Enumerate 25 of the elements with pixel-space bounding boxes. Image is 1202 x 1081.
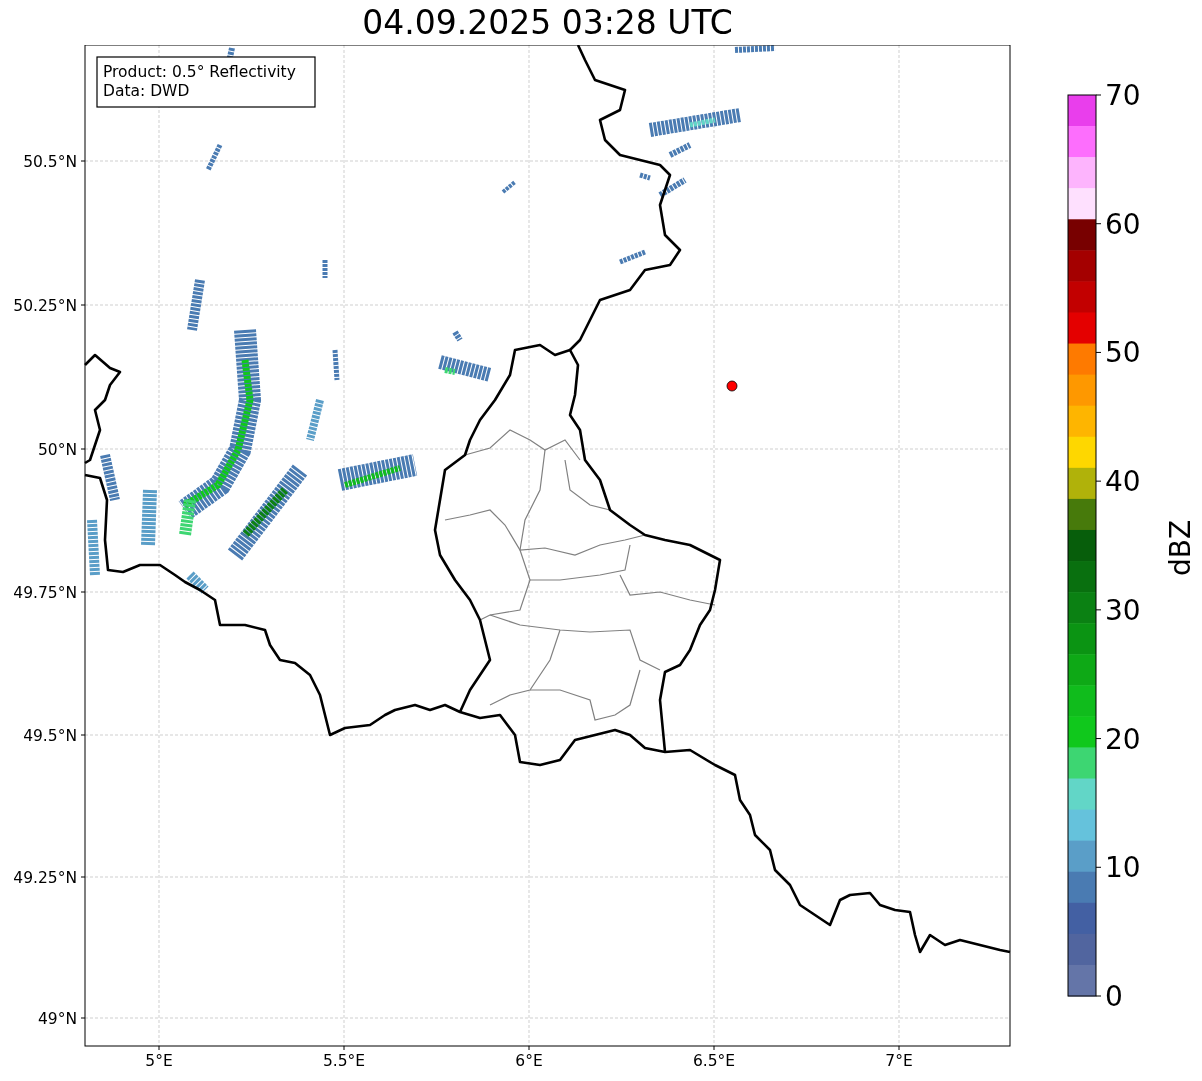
latitude-label: 49°N xyxy=(37,1010,77,1028)
info-text: Product: 0.5° Reflectivity xyxy=(103,63,296,81)
colorbar-tick-label: 30 xyxy=(1105,593,1141,627)
info-text: Data: DWD xyxy=(103,82,190,100)
colorbar-label: dBZ xyxy=(1164,519,1197,577)
colorbar-tick-label: 70 xyxy=(1105,79,1141,112)
chart-title: 04.09.2025 03:28 UTC xyxy=(362,3,733,42)
latitude-label: 50.5°N xyxy=(23,153,77,171)
colorbar-tick-label: 0 xyxy=(1105,980,1123,1013)
longitude-label: 6.5°E xyxy=(692,1052,736,1070)
latitude-label: 50°N xyxy=(37,441,77,459)
latitude-label: 49.5°N xyxy=(23,727,77,745)
colorbar-tick-label: 40 xyxy=(1105,465,1141,499)
longitude-label: 5.5°E xyxy=(322,1052,366,1070)
colorbar-tick-label: 50 xyxy=(1105,336,1141,370)
colorbar-tick-label: 60 xyxy=(1105,207,1141,241)
colorbar-tick-label: 10 xyxy=(1105,851,1141,885)
longitude-label: 5°E xyxy=(145,1052,173,1070)
latitude-label: 49.25°N xyxy=(13,869,77,887)
location-marker xyxy=(726,380,738,392)
longitude-label: 7°E xyxy=(885,1052,913,1070)
latitude-label: 49.75°N xyxy=(13,584,77,602)
colorbar-tick-label: 20 xyxy=(1105,722,1141,756)
longitude-label: 6°E xyxy=(515,1052,543,1070)
latitude-label: 50.25°N xyxy=(13,297,77,315)
